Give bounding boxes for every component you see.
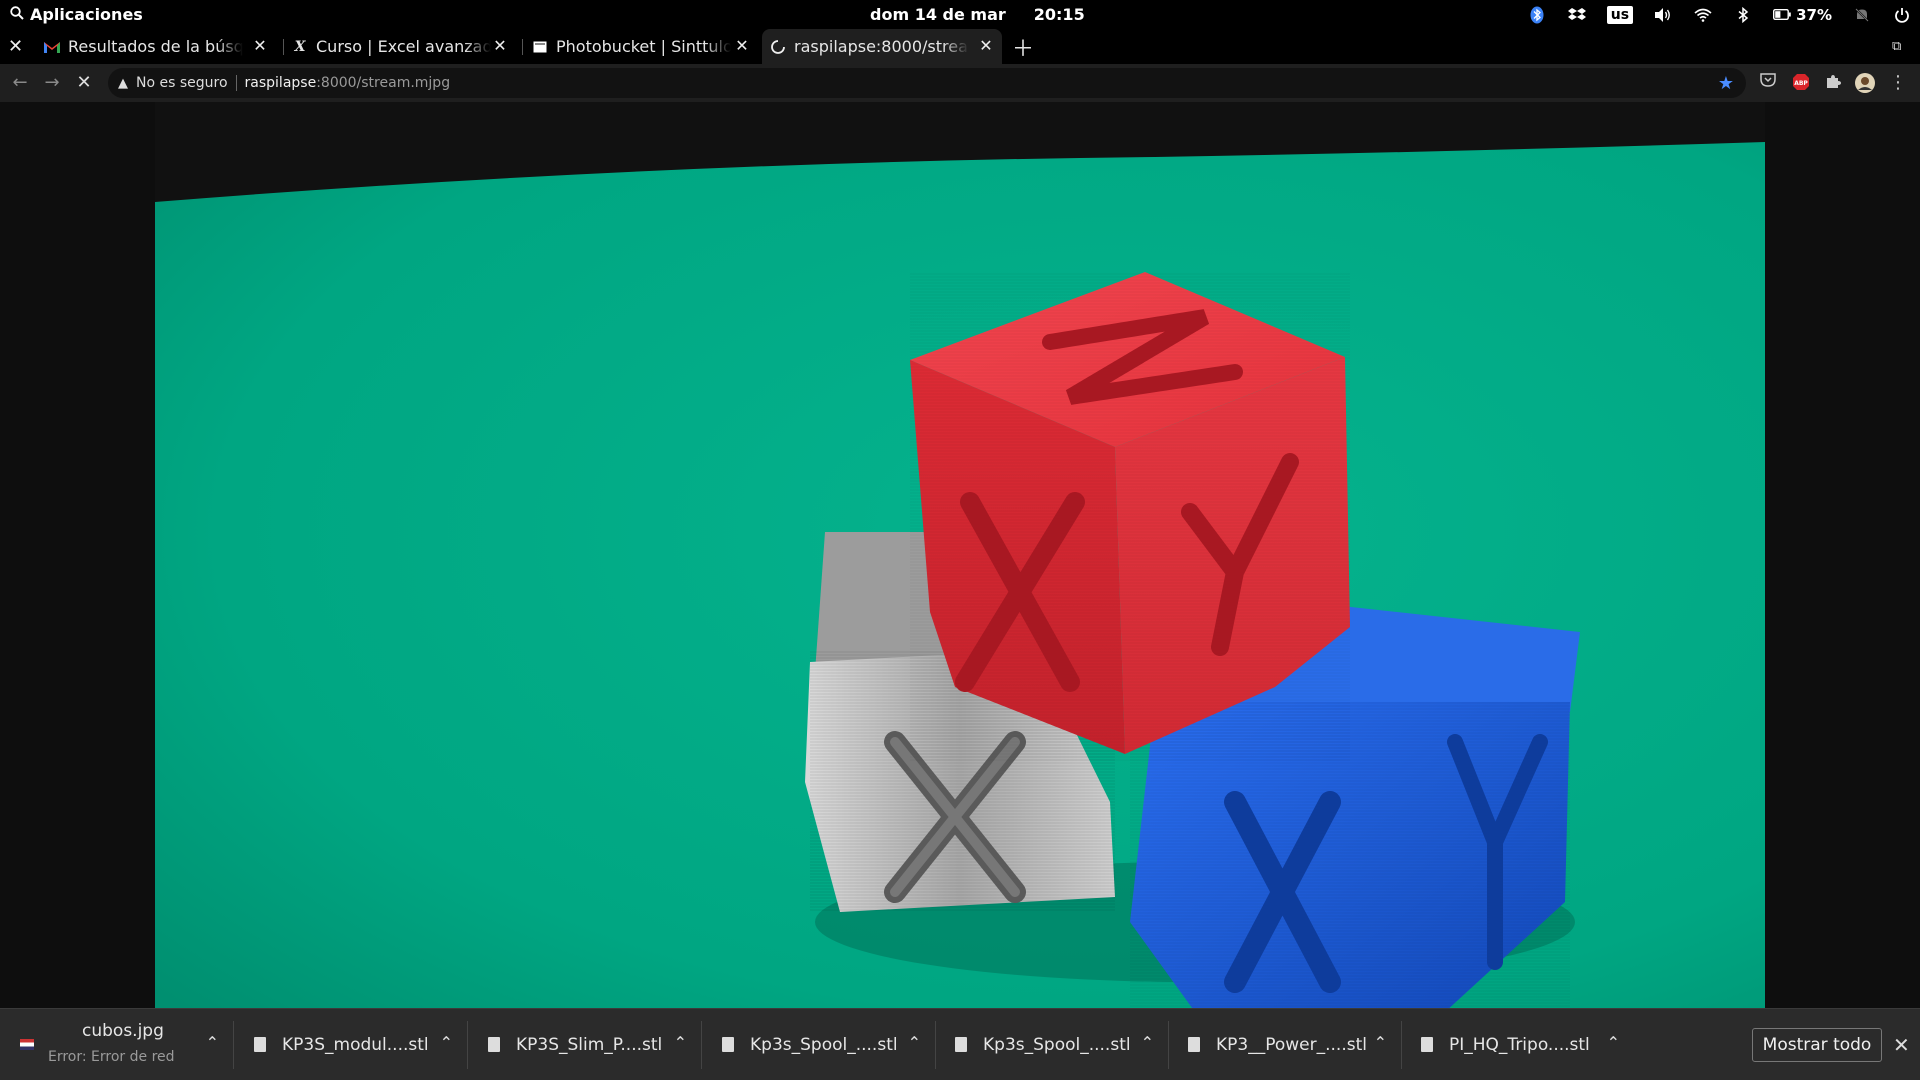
tab-1[interactable]: X Curso | Excel avanzado ✕	[292, 29, 516, 64]
file-icon	[955, 1037, 967, 1052]
volume-icon[interactable]	[1653, 5, 1673, 25]
keyboard-layout-indicator[interactable]: us	[1606, 5, 1634, 24]
tab-title: Photobucket | Sinttulo	[556, 37, 731, 56]
file-icon	[1188, 1037, 1200, 1052]
chevron-up-icon[interactable]: ⌃	[1607, 1033, 1620, 1052]
url-path: :8000/stream.mjpg	[316, 75, 451, 91]
time-label: 20:15	[1033, 5, 1085, 24]
battery-icon	[1773, 6, 1791, 24]
download-filename: cubos.jpg	[82, 1021, 164, 1041]
excel-course-favicon-icon: X	[294, 38, 306, 55]
file-icon	[722, 1037, 734, 1052]
download-filename: Kp3s_Spool_....stl	[983, 1035, 1131, 1055]
page-viewport	[0, 102, 1920, 1008]
tab-close-icon[interactable]: ✕	[978, 38, 994, 54]
clock-menu[interactable]: dom 14 de mar 20:15	[870, 0, 1085, 29]
file-icon	[488, 1037, 500, 1052]
address-bar[interactable]: ▲ No es seguro raspilapse:8000/stream.mj…	[108, 68, 1746, 98]
stop-loading-button[interactable]: ✕	[74, 73, 94, 93]
chevron-up-icon[interactable]: ⌃	[674, 1033, 687, 1052]
camera-stream-image[interactable]	[155, 102, 1765, 1008]
download-filename: KP3S_Slim_P....stl	[516, 1035, 663, 1055]
system-top-bar: Aplicaciones dom 14 de mar 20:15 us 37%	[0, 0, 1920, 29]
tab-title: Resultados de la búsqueda	[68, 37, 243, 56]
chevron-up-icon[interactable]: ⌃	[1141, 1033, 1154, 1052]
chevron-up-icon[interactable]: ⌃	[908, 1033, 921, 1052]
file-icon	[1421, 1037, 1433, 1052]
bluetooth-icon[interactable]	[1733, 5, 1753, 25]
download-filename: KP3S_modul....stl	[282, 1035, 429, 1055]
download-item-3[interactable]: Kp3s_Spool_....stl ⌃	[702, 1009, 935, 1080]
warning-icon: ▲	[118, 75, 128, 91]
chevron-up-icon[interactable]: ⌃	[206, 1033, 219, 1052]
bluetooth-app-icon[interactable]	[1527, 5, 1547, 25]
download-item-0[interactable]: cubos.jpg Error: Error de red ⌃	[0, 1009, 233, 1080]
close-window-icon[interactable]: ✕	[8, 29, 28, 64]
browser-toolbar: ← → ✕ ▲ No es seguro raspilapse:8000/str…	[0, 64, 1920, 102]
chevron-up-icon[interactable]: ⌃	[440, 1033, 453, 1052]
file-icon	[254, 1037, 266, 1052]
dropbox-icon[interactable]	[1567, 5, 1587, 25]
window-restore-icon[interactable]: ⧉	[1892, 29, 1912, 64]
url-host: raspilapse	[244, 75, 317, 91]
bookmark-star-icon[interactable]: ★	[1718, 73, 1734, 94]
chevron-up-icon[interactable]: ⌃	[1374, 1033, 1387, 1052]
download-item-1[interactable]: KP3S_modul....stl ⌃	[234, 1009, 467, 1080]
power-icon[interactable]	[1892, 5, 1912, 25]
loading-spinner-icon	[770, 39, 786, 55]
download-status: Error: Error de red	[48, 1049, 175, 1065]
tab-2[interactable]: Photobucket | Sinttulo ✕	[532, 29, 758, 64]
browser-menu-icon[interactable]: ⋮	[1888, 73, 1908, 93]
tab-title: raspilapse:8000/stream.mjpg	[794, 37, 969, 56]
gmail-favicon-icon	[44, 39, 60, 55]
system-tray[interactable]: us 37%	[1527, 0, 1912, 29]
tab-0[interactable]: Resultados de la búsqueda ✕	[44, 29, 276, 64]
activities-label: Aplicaciones	[30, 5, 143, 24]
download-item-6[interactable]: PI_HQ_Tripo....stl ⌃	[1401, 1009, 1634, 1080]
tab-separator	[522, 39, 523, 55]
battery-indicator[interactable]: 37%	[1773, 6, 1832, 24]
tab-strip: ✕ Resultados de la búsqueda ✕ X Curso | …	[0, 29, 1920, 64]
close-shelf-icon[interactable]: ✕	[1893, 1033, 1910, 1057]
photobucket-favicon-icon	[532, 39, 548, 55]
svg-text:ABP: ABP	[1794, 80, 1808, 87]
security-status[interactable]: No es seguro	[136, 75, 228, 91]
download-shelf: cubos.jpg Error: Error de red ⌃ KP3S_mod…	[0, 1008, 1920, 1080]
tab-close-icon[interactable]: ✕	[734, 38, 750, 54]
red-cube	[910, 272, 1350, 762]
address-divider	[235, 75, 237, 91]
download-filename: Kp3s_Spool_....stl	[750, 1035, 898, 1055]
activities-button[interactable]: Aplicaciones	[10, 0, 143, 29]
download-item-2[interactable]: KP3S_Slim_P....stl ⌃	[468, 1009, 701, 1080]
back-button[interactable]: ←	[10, 73, 30, 93]
tab-3-active[interactable]: raspilapse:8000/stream.mjpg ✕	[762, 29, 1002, 64]
image-file-icon	[20, 1039, 34, 1050]
search-icon	[10, 5, 24, 24]
extensions-puzzle-icon[interactable]	[1823, 73, 1843, 93]
download-filename: PI_HQ_Tripo....stl	[1449, 1035, 1590, 1055]
date-label: dom 14 de mar	[870, 5, 1006, 24]
wifi-icon[interactable]	[1693, 5, 1713, 25]
adblock-plus-icon[interactable]: ABP	[1791, 73, 1811, 93]
forward-button[interactable]: →	[42, 73, 62, 93]
download-item-5[interactable]: KP3__Power_....stl ⌃	[1168, 1009, 1401, 1080]
pocket-icon[interactable]	[1758, 73, 1778, 93]
new-tab-button[interactable]: ＋	[1012, 29, 1034, 64]
show-all-downloads-button[interactable]: Mostrar todo	[1752, 1028, 1882, 1062]
tab-separator	[283, 39, 284, 55]
battery-percent: 37%	[1796, 5, 1832, 24]
download-filename: KP3__Power_....stl	[1216, 1035, 1367, 1055]
notifications-off-icon[interactable]	[1852, 5, 1872, 25]
tab-close-icon[interactable]: ✕	[492, 38, 508, 54]
download-item-4[interactable]: Kp3s_Spool_....stl ⌃	[935, 1009, 1168, 1080]
tab-title: Curso | Excel avanzado	[316, 37, 491, 56]
tab-close-icon[interactable]: ✕	[252, 38, 268, 54]
profile-avatar-icon[interactable]	[1855, 73, 1875, 93]
